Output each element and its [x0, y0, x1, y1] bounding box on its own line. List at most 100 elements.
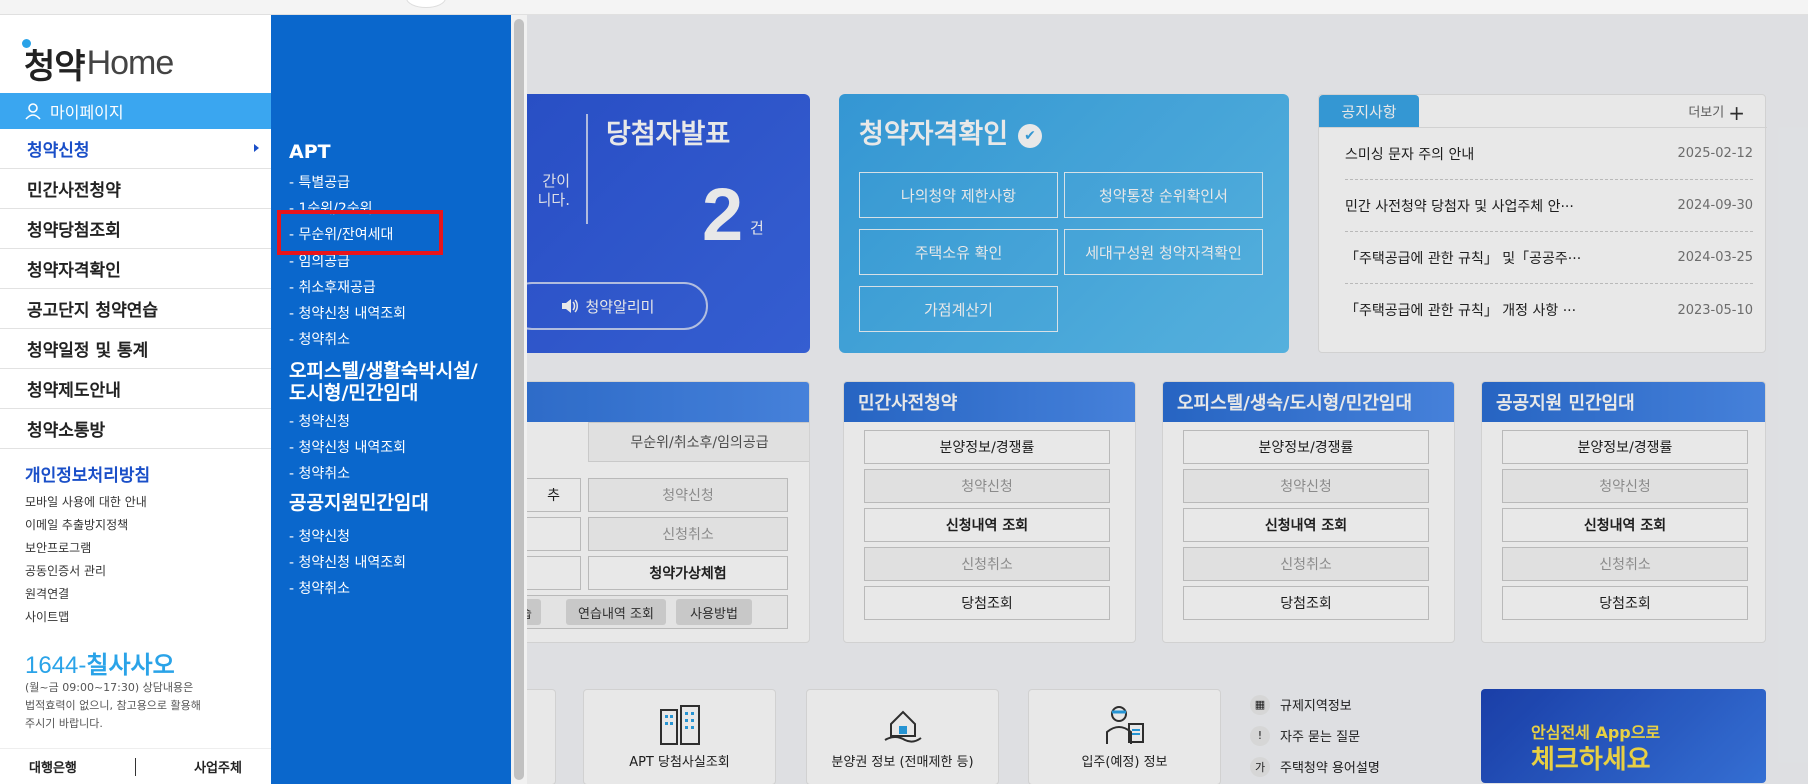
exclamation-icon: !: [1250, 725, 1270, 746]
panel-item[interactable]: 청약신청: [1502, 469, 1748, 503]
bottom-links: 대행은행 사업주체: [0, 748, 271, 784]
alarm-button[interactable]: 청약알리미: [508, 282, 708, 330]
sidebar-item-winner-check[interactable]: 청약당첨조회: [0, 209, 271, 249]
presale-panel: 민간사전청약 분양정보/경쟁률 청약신청 신청내역 조회 신청취소 당첨조회: [843, 381, 1136, 643]
submenu-officetel-history[interactable]: - 청약신청 내역조회: [289, 437, 406, 457]
submenu-scrollbar[interactable]: [511, 15, 527, 784]
sidebar-item-private-presale[interactable]: 민간사전청약: [0, 169, 271, 209]
scroll-thumb[interactable]: [514, 19, 524, 780]
notice-row[interactable]: 「주택공급에 관한 규칙」 개정 사항 ··· 2023-05-10: [1345, 284, 1753, 336]
sitemap-link[interactable]: 사이트맵: [25, 606, 147, 629]
apt-winner-label: APT 당첨사실조회: [629, 755, 730, 770]
panel-item[interactable]: 신청취소: [1502, 547, 1748, 581]
notice-more-link[interactable]: 더보기 +: [1688, 101, 1745, 125]
winners-unit: 건: [750, 219, 764, 237]
sidebar-item-apply[interactable]: 청약신청: [0, 129, 271, 169]
logo-home: Home: [86, 43, 175, 82]
notice-list: 스미싱 문자 주의 안내 2025-02-12 민간 사전청약 당첨자 및 사업주…: [1319, 127, 1767, 336]
agent-bank-link[interactable]: 대행은행: [29, 757, 77, 776]
sidebar-item-schedule[interactable]: 청약일정 및 통계: [0, 329, 271, 369]
submenu-resupply[interactable]: - 취소후재공급: [289, 277, 376, 297]
winners-count: 2: [702, 173, 744, 256]
submenu-public-history[interactable]: - 청약신청 내역조회: [289, 552, 406, 572]
howto-button[interactable]: 사용방법: [676, 599, 752, 625]
panel-item[interactable]: 분양정보/경쟁률: [1502, 430, 1748, 464]
house-ownership-button[interactable]: 주택소유 확인: [859, 229, 1058, 275]
security-program-link[interactable]: 보안프로그램: [25, 537, 147, 560]
panel-item[interactable]: 청약신청: [864, 469, 1110, 503]
house-hand-icon: [883, 710, 922, 743]
submenu-public-cancel[interactable]: - 청약취소: [289, 578, 350, 598]
remote-link[interactable]: 원격연결: [25, 583, 147, 606]
submenu-apt-history[interactable]: - 청약신청 내역조회: [289, 303, 406, 323]
submenu-special-supply[interactable]: - 특별공급: [289, 172, 350, 192]
notice-row[interactable]: 민간 사전청약 당첨자 및 사업주체 안··· 2024-09-30: [1345, 180, 1753, 232]
my-restriction-button[interactable]: 나의청약 제한사항: [859, 172, 1058, 218]
notice-box: 공지사항 더보기 + 스미싱 문자 주의 안내 2025-02-12 민간 사전청약…: [1318, 94, 1767, 353]
mypage-link[interactable]: 마이페이지: [0, 93, 271, 129]
presale-label: 분양권 정보 (전매제한 등): [831, 755, 974, 770]
submenu-apt-cancel[interactable]: - 청약취소: [289, 329, 350, 349]
score-calculator-button[interactable]: 가점계산기: [859, 286, 1058, 332]
panel-item[interactable]: 당첨조회: [1183, 586, 1429, 620]
notice-row[interactable]: 「주택공급에 관한 규칙」 및「공공주··· 2024-03-25: [1345, 232, 1753, 284]
sidebar-item-qualification[interactable]: 청약자격확인: [0, 249, 271, 289]
browser-knob: [406, 0, 446, 8]
panel-item[interactable]: 분양정보/경쟁률: [1183, 430, 1429, 464]
presale-info-card[interactable]: 분양권 정보 (전매제한 등): [806, 689, 999, 784]
apt-simulation-item[interactable]: 청약가상체험: [588, 556, 788, 590]
building-small-icon: ▦: [1250, 694, 1270, 715]
glossary-link[interactable]: 가 주택청약 용어설명: [1250, 751, 1450, 782]
panel-item[interactable]: 신청내역 조회: [1502, 508, 1748, 542]
apt-apply-item[interactable]: 청약신청: [588, 478, 788, 512]
panel-item[interactable]: 신청내역 조회: [864, 508, 1110, 542]
apt-cancel-item[interactable]: 신청취소: [588, 517, 788, 551]
panel-item[interactable]: 신청취소: [1183, 547, 1429, 581]
movein-info-card[interactable]: 입주(예정) 정보: [1028, 689, 1221, 784]
notice-row[interactable]: 스미싱 문자 주의 안내 2025-02-12: [1345, 128, 1753, 180]
site-logo[interactable]: 청약 Home: [22, 38, 175, 86]
panel-title: 오피스텔/생숙/도시형/민간임대: [1163, 382, 1454, 422]
household-qualification-button[interactable]: 세대구성원 청약자격확인: [1064, 229, 1263, 275]
submenu-officetel-apply[interactable]: - 청약신청: [289, 411, 350, 431]
submenu-title-officetel: 오피스텔/생활숙박시설/ 도시형/민간임대: [289, 360, 478, 404]
safe-jeonse-banner[interactable]: 안심전세 App으로 체크하세요: [1481, 689, 1766, 783]
panel-item[interactable]: 당첨조회: [864, 586, 1110, 620]
public-rental-panel: 공공지원 민간임대 분양정보/경쟁률 청약신청 신청내역 조회 신청취소 당첨조…: [1481, 381, 1766, 643]
email-policy-link[interactable]: 이메일 추출방지정책: [25, 514, 147, 537]
submenu-officetel-cancel[interactable]: - 청약취소: [289, 463, 350, 483]
check-icon: ✔: [1018, 123, 1043, 148]
logo-dot: [22, 38, 31, 48]
panel-item[interactable]: 분양정보/경쟁률: [864, 430, 1110, 464]
privacy-policy-link[interactable]: 개인정보처리방침: [25, 461, 150, 486]
panel-title: 공공지원 민간임대: [1482, 382, 1765, 422]
notice-tab[interactable]: 공지사항: [1319, 95, 1419, 127]
banner-line-2: 체크하세요: [1531, 745, 1651, 775]
submenu-title-public: 공공지원민간임대: [289, 492, 429, 514]
account-rank-button[interactable]: 청약통장 순위확인서: [1064, 172, 1263, 218]
worker-icon: [1105, 706, 1144, 744]
panel-item[interactable]: 신청취소: [864, 547, 1110, 581]
business-entity-link[interactable]: 사업주체: [194, 757, 242, 776]
winners-title: 당첨자발표: [606, 119, 731, 150]
call-center-number: 1644-칠사사오: [25, 652, 175, 679]
browser-top-strip: [0, 0, 1808, 15]
submenu-title-apt: APT: [289, 141, 331, 163]
apt-subtab-unranked[interactable]: 무순위/취소후/임의공급: [588, 422, 809, 462]
apt-winner-check-card[interactable]: APT 당첨사실조회: [583, 689, 776, 784]
speaker-icon: [562, 299, 579, 313]
panel-item[interactable]: 청약신청: [1183, 469, 1429, 503]
faq-link[interactable]: ! 자주 묻는 질문: [1250, 720, 1450, 751]
regulated-area-link[interactable]: ▦ 규제지역정보: [1250, 689, 1450, 720]
ga-letter-icon: 가: [1250, 756, 1270, 777]
sidebar-item-practice[interactable]: 공고단지 청약연습: [0, 289, 271, 329]
practice-history-button[interactable]: 연습내역 조회: [566, 599, 666, 625]
sidebar-item-communication[interactable]: 청약소통방: [0, 409, 271, 449]
mobile-guide-link[interactable]: 모바일 사용에 대한 안내: [25, 491, 147, 514]
sidebar-item-system-guide[interactable]: 청약제도안내: [0, 369, 271, 409]
certificate-link[interactable]: 공동인증서 관리: [25, 560, 147, 583]
panel-item[interactable]: 당첨조회: [1502, 586, 1748, 620]
panel-item[interactable]: 신청내역 조회: [1183, 508, 1429, 542]
left-sidebar: 청약 Home 마이페이지 청약신청 민간사전청약 청약당첨조회 청약자격확인 공…: [0, 15, 271, 784]
submenu-public-apply[interactable]: - 청약신청: [289, 526, 350, 546]
